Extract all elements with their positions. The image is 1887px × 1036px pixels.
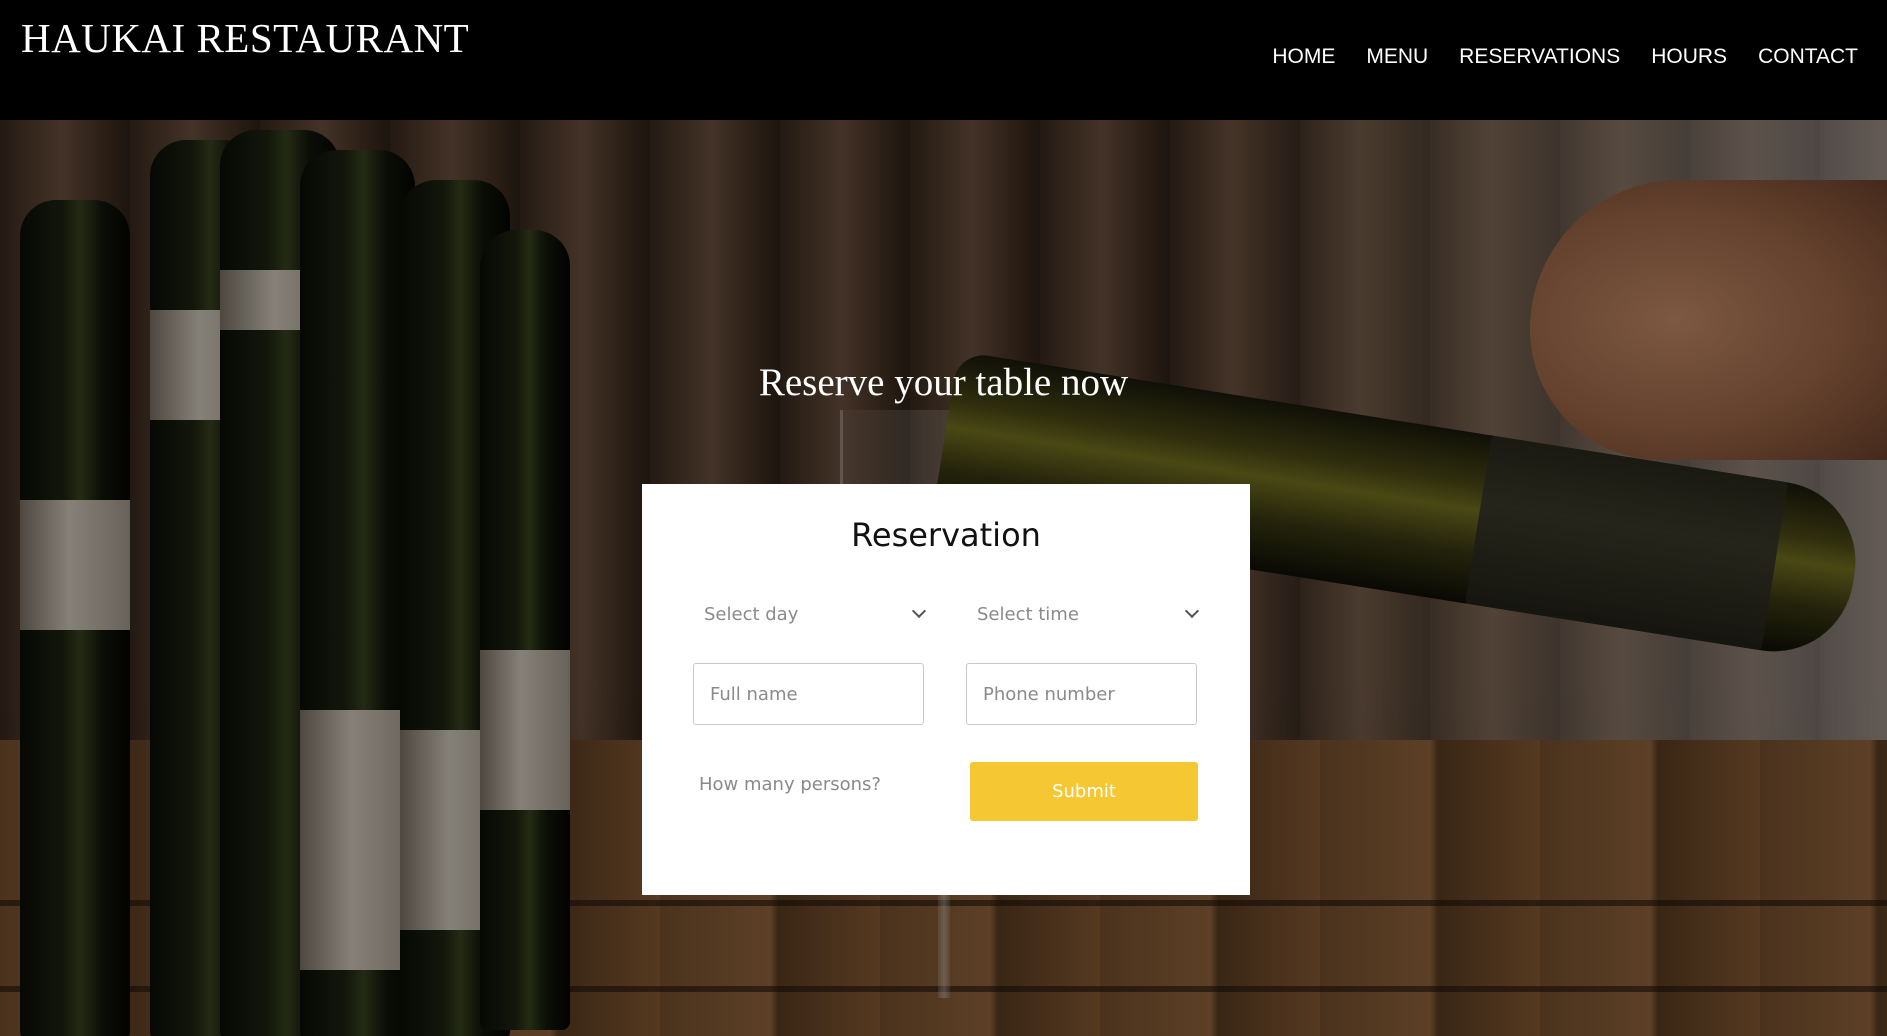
persons-select-value: How many persons? [699,773,881,795]
time-select[interactable]: Select time [977,594,1207,634]
nav-hours-link[interactable]: HOURS [1651,45,1727,69]
persons-select[interactable]: How many persons? [699,764,929,804]
nav-reservations-link[interactable]: RESERVATIONS [1459,45,1620,69]
reservation-form: Reservation Select day Select time How m… [642,484,1250,895]
chevron-down-icon [911,603,927,619]
time-select-value: Select time [977,603,1079,625]
nav-contact-link[interactable]: CONTACT [1758,45,1858,69]
site-logo[interactable]: HAUKAI RESTAURANT [21,14,469,62]
main-nav: HOME MENU RESERVATIONS HOURS CONTACT [1272,45,1858,69]
day-select-value: Select day [704,603,799,625]
nav-home-link[interactable]: HOME [1272,45,1335,69]
top-navbar: HAUKAI RESTAURANT HOME MENU RESERVATIONS… [0,0,1887,120]
submit-button[interactable]: Submit [970,762,1198,821]
hero-title: Reserve your table now [758,361,1129,404]
chevron-down-icon [1184,603,1200,619]
day-select[interactable]: Select day [704,594,934,634]
nav-menu-link[interactable]: MENU [1366,45,1428,69]
phone-number-input[interactable] [966,663,1197,725]
reservation-title: Reservation [851,516,1041,554]
full-name-input[interactable] [693,663,924,725]
